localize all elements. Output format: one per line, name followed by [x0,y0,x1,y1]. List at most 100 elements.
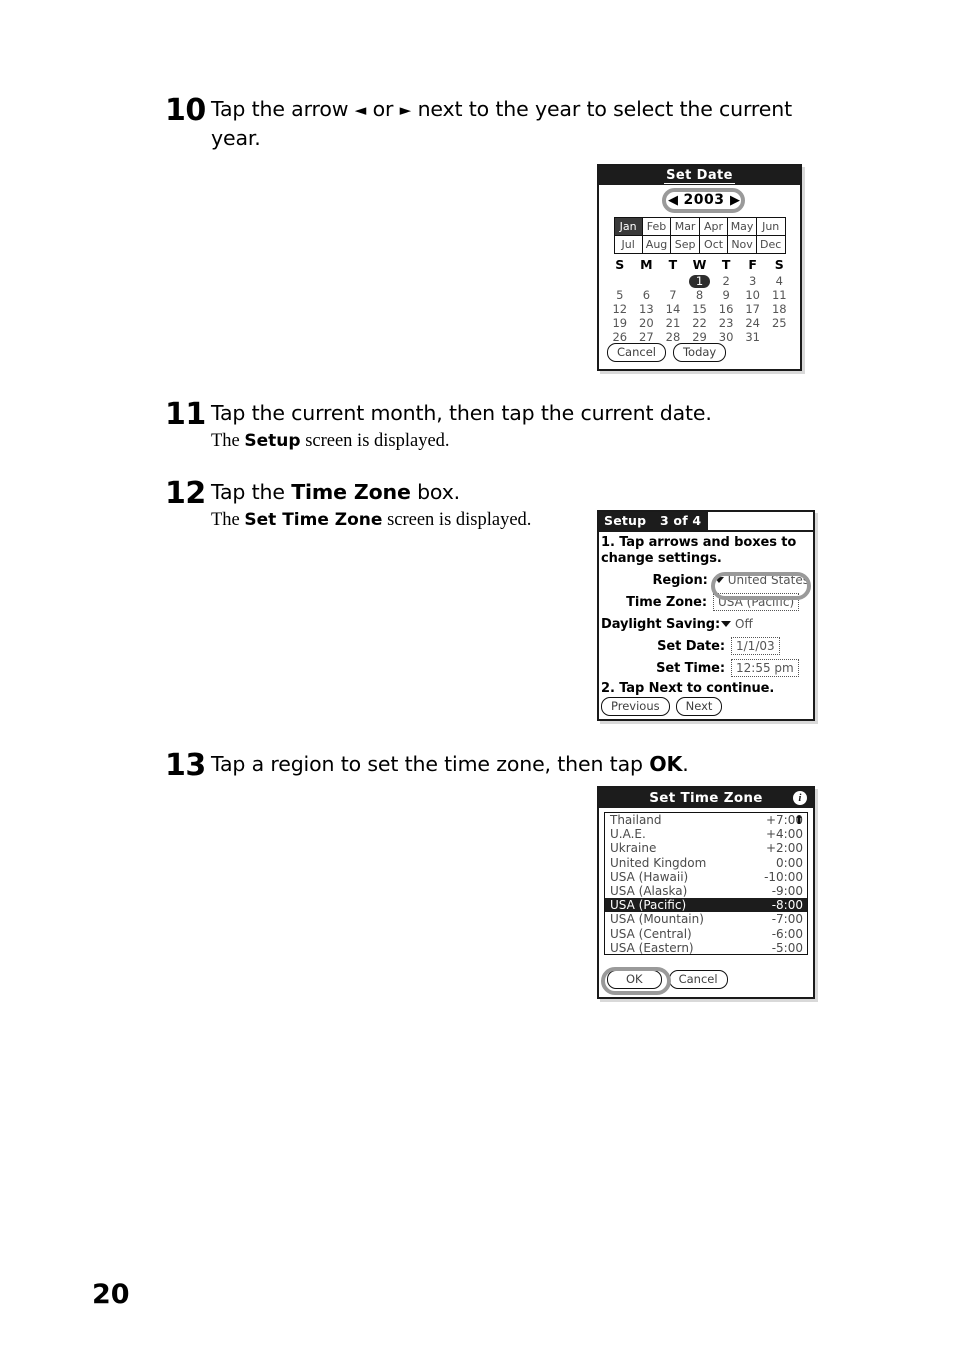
list-item-selected[interactable]: USA (Pacific) -8:00 [605,898,807,913]
month-cell-jan[interactable]: Jan [613,217,643,236]
step-11-note: The Setup screen is displayed. [211,429,805,454]
day-cell[interactable] [633,274,660,288]
day-cell[interactable]: 28 [660,330,687,344]
today-button[interactable]: Today [672,343,727,362]
zone-offset: +4:00 [765,827,803,842]
zone-name: USA (Central) [610,926,692,941]
zone-offset: -8:00 [771,898,803,913]
month-cell-apr[interactable]: Apr [698,217,729,236]
month-cell-nov[interactable]: Nov [727,235,757,254]
day-cell[interactable]: 31 [739,330,766,344]
day-cell[interactable]: 7 [660,288,687,302]
list-item[interactable]: USA (Alaska) -9:00 [605,884,807,898]
month-cell-jun[interactable]: Jun [755,217,786,236]
day-cell[interactable]: 8 [686,288,713,302]
day-cell[interactable]: 2 [713,274,740,288]
scroll-up-arrow-icon[interactable]: ⬆ [794,814,804,826]
day-cell[interactable]: 26 [607,330,634,344]
day-cell[interactable]: 21 [660,316,687,330]
day-cell[interactable]: 30 [713,330,740,344]
day-cell[interactable]: 10 [739,288,766,302]
day-cell[interactable]: 25 [766,316,793,330]
cancel-button[interactable]: Cancel [607,343,666,362]
cancel-button[interactable]: Cancel [668,970,728,989]
zone-name: Thailand [610,813,662,827]
day-cell[interactable]: 17 [739,302,766,316]
day-cell[interactable]: 13 [633,302,660,316]
set-time-field[interactable]: 12:55 pm [731,659,799,677]
day-cell[interactable]: 14 [660,302,687,316]
day-cell[interactable]: 11 [766,288,793,302]
month-cell-feb[interactable]: Feb [641,217,672,236]
day-cell[interactable]: 29 [686,330,713,344]
month-cell-jul[interactable]: Jul [613,235,643,254]
set-date-field[interactable]: 1/1/03 [731,637,780,655]
month-grid[interactable]: Jan Feb Mar Apr May Jun Jul Aug Sep Oct … [613,217,786,254]
list-item[interactable]: U.A.E. +4:00 [605,827,807,841]
list-item[interactable]: USA (Mountain) -7:00 [605,912,807,926]
list-item[interactable]: USA (Hawaii) -10:00 [605,870,807,884]
ok-button[interactable]: OK [607,970,662,989]
day-cell[interactable]: 27 [633,330,660,344]
step-12-text-pre: Tap the [211,480,292,504]
day-cell[interactable] [660,274,687,288]
timezone-label: Time Zone: [626,594,707,610]
setup-title: Setup [604,513,647,528]
day-cell[interactable]: 22 [686,316,713,330]
day-cell[interactable]: 9 [713,288,740,302]
month-cell-mar[interactable]: Mar [670,217,700,236]
day-cell[interactable]: 16 [713,302,740,316]
zone-offset: 0:00 [776,855,803,870]
month-cell-dec[interactable]: Dec [755,235,786,254]
year-next-arrow-icon[interactable]: ▶ [730,194,740,207]
day-cell[interactable]: 19 [607,316,634,330]
previous-button[interactable]: Previous [601,697,670,716]
time-zone-list[interactable]: Thailand +7:00 U.A.E. +4:00 Ukraine +2:00 U… [604,812,808,955]
day-cell[interactable]: 12 [607,302,634,316]
zone-offset: -6:00 [771,926,803,941]
year-selector[interactable]: ◀ 2003 ▶ [668,190,740,210]
daylight-saving-value[interactable]: Off [735,617,753,631]
month-cell-may[interactable]: May [727,217,757,236]
info-icon[interactable]: i [793,791,807,805]
right-arrow-icon: ► [399,101,412,119]
day-cell[interactable]: 3 [739,274,766,288]
day-cell[interactable]: 18 [766,302,793,316]
year-value: 2003 [683,192,725,208]
list-item[interactable]: United Kingdom 0:00 [605,856,807,870]
day-cell[interactable]: 4 [766,274,793,288]
step-11-note-post: screen is displayed. [300,431,450,451]
list-item[interactable]: USA (Central) -6:00 [605,927,807,941]
region-row: Region: United States [599,569,813,591]
year-prev-arrow-icon[interactable]: ◀ [668,194,678,207]
timezone-field[interactable]: USA (Pacific) [713,593,800,611]
next-button[interactable]: Next [675,697,723,716]
dow-wed: W [692,257,707,272]
day-cell[interactable]: 20 [633,316,660,330]
month-cell-oct[interactable]: Oct [698,235,729,254]
zone-name: USA (Alaska) [610,883,688,898]
step-13: 13 Tap a region to set the time zone, th… [165,750,805,781]
day-cell[interactable]: 23 [713,316,740,330]
region-value[interactable]: United States [728,573,809,587]
list-item[interactable]: Ukraine +2:00 [605,841,807,855]
day-cell-selected[interactable]: 1 [686,274,713,288]
day-cell[interactable]: 5 [607,288,634,302]
day-cell[interactable] [607,274,634,288]
daylight-saving-chevron-down-icon[interactable] [721,621,731,627]
day-cell[interactable] [766,330,793,344]
month-cell-aug[interactable]: Aug [641,235,672,254]
set-time-row: Set Time: 12:55 pm [599,657,813,679]
month-row-second: Jul Aug Sep Oct Nov Dec [613,235,786,254]
day-cell[interactable]: 6 [633,288,660,302]
set-date-buttons: Cancel Today [607,343,727,362]
month-cell-sep[interactable]: Sep [670,235,700,254]
list-item[interactable]: Thailand +7:00 [605,813,807,827]
year-selector-row: ◀ 2003 ▶ [599,188,800,215]
step-13-text-pre: Tap a region to set the time zone, then … [211,752,650,776]
region-chevron-down-icon[interactable] [713,577,724,583]
zone-name: USA (Mountain) [610,912,704,927]
day-cell[interactable]: 24 [739,316,766,330]
day-cell[interactable]: 15 [686,302,713,316]
list-item[interactable]: USA (Eastern) -5:00 [605,941,807,955]
